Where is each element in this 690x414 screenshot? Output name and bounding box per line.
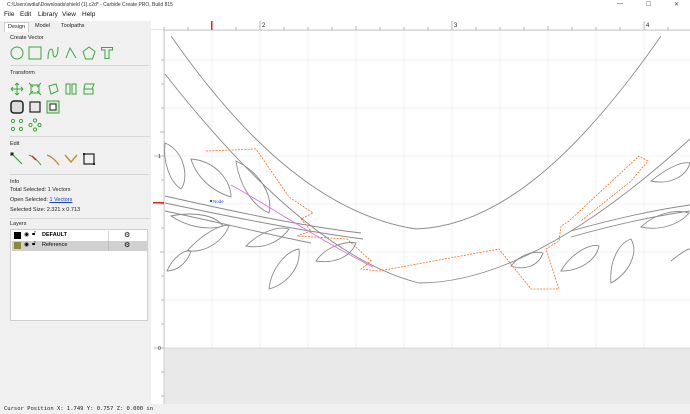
layers-list: ◉ 🔓︎ DEFAULT ⚙ ◉ 🔓︎ Reference ⚙ [10, 229, 148, 321]
layer-name: DEFAULT [42, 232, 67, 238]
gear-icon[interactable]: ⚙ [124, 231, 130, 239]
rotate-icon[interactable] [46, 82, 60, 96]
circle-tool-icon[interactable] [10, 46, 24, 60]
align-icon[interactable] [82, 82, 96, 96]
dots-pattern-icon[interactable] [28, 118, 42, 132]
menu-file[interactable]: File [4, 11, 14, 18]
column-divider [108, 231, 109, 241]
mode-tabs: Design Model Toolpaths [0, 21, 150, 32]
minimize-button[interactable]: — [617, 1, 623, 7]
layer-color-swatch[interactable] [14, 242, 21, 249]
scale-icon[interactable] [28, 82, 42, 96]
off-material-area [165, 348, 690, 404]
transform-heading: Transform [10, 70, 35, 76]
ruler-label: 0 [158, 346, 161, 352]
divider [10, 136, 150, 137]
layer-name: Reference [42, 242, 68, 248]
divider [10, 174, 150, 175]
offset-icon[interactable] [10, 100, 24, 114]
layer-color-swatch[interactable] [14, 232, 21, 239]
maximize-button[interactable]: ☐ [646, 1, 651, 8]
design-canvas[interactable]: 2 3 4 1 0 Node [151, 21, 690, 404]
lock-icon[interactable]: 🔓︎ [32, 231, 36, 238]
rectangle-tool-icon[interactable] [28, 46, 42, 60]
window-title: C:\Users\wdlal\Downloads\shield (1).c2d*… [7, 2, 173, 8]
extend-icon[interactable] [46, 152, 60, 166]
cursor-x-marker [211, 21, 213, 30]
layers-heading: Layers [10, 221, 27, 227]
divider [10, 218, 150, 219]
group-icon[interactable] [46, 100, 60, 114]
dots-grid-icon[interactable] [10, 118, 24, 132]
divider [10, 65, 150, 66]
open-selected: Open Selected: 1 Vectors [10, 197, 73, 203]
material-area [165, 31, 690, 348]
tab-design[interactable]: Design [4, 22, 30, 32]
ruler-label: 1 [158, 154, 161, 160]
menu-help[interactable]: Help [82, 11, 95, 18]
trim-icon[interactable] [28, 152, 42, 166]
selected-size: Selected Size: 2.321 x 0.713 [10, 207, 81, 213]
text-tool-icon[interactable] [100, 46, 114, 60]
close-button[interactable]: ✕ [674, 1, 679, 8]
polyline-tool-icon[interactable] [64, 46, 78, 60]
boolean-icon[interactable] [28, 100, 42, 114]
layer-row-default[interactable]: ◉ 🔓︎ DEFAULT ⚙ [12, 231, 148, 241]
design-panel: Create Vector Transform Edit Info Total … [4, 32, 150, 404]
node-handle[interactable] [210, 200, 212, 202]
create-vector-heading: Create Vector [10, 35, 44, 41]
menu-library[interactable]: Library [38, 11, 58, 18]
tab-model[interactable]: Model [32, 22, 53, 32]
close-vector-icon[interactable] [82, 152, 96, 166]
node-edit-icon[interactable] [10, 152, 24, 166]
layer-row-reference[interactable]: ◉ 🔓︎ Reference ⚙ [12, 241, 148, 251]
open-selected-link[interactable]: 1 Vectors [49, 197, 72, 203]
join-icon[interactable] [64, 152, 78, 166]
gear-icon[interactable]: ⚙ [124, 241, 130, 249]
top-ruler [151, 21, 690, 30]
menu-bar: File Edit Library View Help [0, 10, 690, 21]
cursor-y-marker [153, 202, 164, 204]
lock-icon[interactable]: 🔓︎ [32, 241, 36, 248]
polygon-tool-icon[interactable] [82, 46, 96, 60]
total-selected: Total Selected: 1 Vectors [10, 187, 71, 193]
work-area: 2 3 4 1 0 Node [151, 21, 690, 404]
menu-edit[interactable]: Edit [20, 11, 31, 18]
column-divider [108, 241, 109, 251]
edit-heading: Edit [10, 141, 20, 147]
status-bar: Cursor Position X: 1.749 Y: 0.757 Z: 0.0… [0, 404, 690, 414]
menu-view[interactable]: View [62, 11, 76, 18]
curve-tool-icon[interactable] [46, 46, 60, 60]
info-heading: Info [10, 179, 20, 185]
cursor-position: Cursor Position X: 1.749 Y: 0.757 Z: 0.0… [4, 406, 154, 412]
mirror-icon[interactable] [64, 82, 78, 96]
move-icon[interactable] [10, 82, 24, 96]
eye-icon[interactable]: ◉ [24, 241, 29, 248]
eye-icon[interactable]: ◉ [24, 231, 29, 238]
node-label: Node [213, 199, 224, 204]
title-bar: C:\Users\wdlal\Downloads\shield (1).c2d*… [0, 0, 690, 10]
tab-toolpaths[interactable]: Toolpaths [58, 22, 88, 32]
